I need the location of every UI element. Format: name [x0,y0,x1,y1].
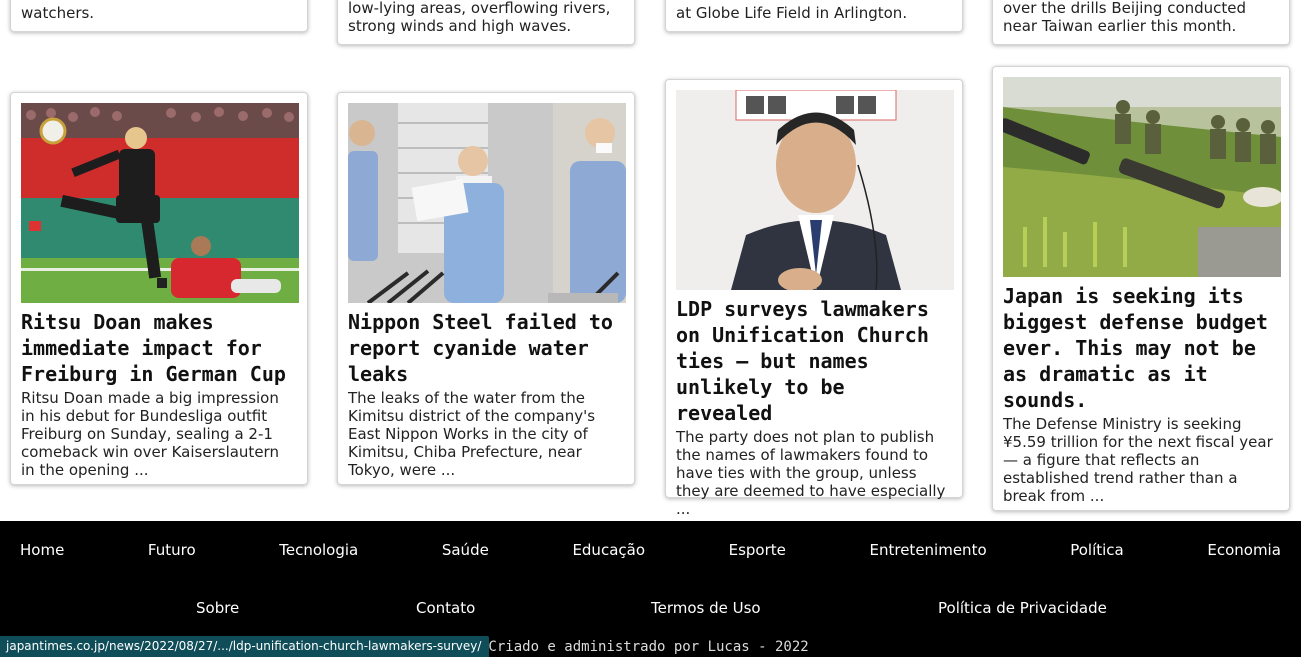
article-thumbnail[interactable] [348,103,626,303]
nav-link-sobre[interactable]: Sobre [196,599,239,617]
status-url-tooltip: japantimes.co.jp/news/2022/08/27/.../ldp… [0,636,490,657]
nav-link-esporte[interactable]: Esporte [729,541,786,559]
nav-link-futuro[interactable]: Futuro [148,541,196,559]
footer-nav-primary: Home Futuro Tecnologia Saúde Educação Es… [0,541,1301,559]
soccer-photo [21,103,299,303]
press-conference-photo [348,103,626,303]
article-card[interactable]: Nippon Steel failed to report cyanide wa… [337,92,635,485]
article-card-partial[interactable]: over the drills Beijing conducted near T… [992,0,1290,45]
nav-link-economia[interactable]: Economia [1207,541,1281,559]
article-excerpt: watchers. [21,4,95,22]
nav-link-tecnologia[interactable]: Tecnologia [279,541,358,559]
article-excerpt: The leaks of the water from the Kimitsu … [348,389,596,479]
article-card-partial[interactable]: at Globe Life Field in Arlington. [665,0,963,32]
article-excerpt: The party does not plan to publish the n… [676,428,946,518]
article-card[interactable]: Ritsu Doan makes immediate impact for Fr… [10,92,308,485]
article-excerpt: Ritsu Doan made a big impression in his … [21,389,279,479]
politician-photo [676,90,954,290]
nav-link-politica[interactable]: Política [1070,541,1124,559]
article-card[interactable]: LDP surveys lawmakers on Unification Chu… [665,79,963,518]
article-headline[interactable]: Japan is seeking its biggest defense bud… [1003,283,1279,413]
article-thumbnail[interactable] [1003,77,1281,277]
nav-link-educacao[interactable]: Educação [572,541,645,559]
nav-link-contato[interactable]: Contato [416,599,475,617]
nav-link-privacidade[interactable]: Política de Privacidade [938,599,1107,617]
article-card-partial[interactable]: low-lying areas, overflowing rivers, str… [337,0,635,45]
article-thumbnail[interactable] [21,103,299,303]
article-headline[interactable]: Nippon Steel failed to report cyanide wa… [348,309,624,387]
article-excerpt: The Defense Ministry is seeking ¥5.59 tr… [1003,415,1273,505]
article-excerpt: over the drills Beijing conducted near T… [1003,0,1247,35]
article-excerpt: low-lying areas, overflowing rivers, str… [348,0,611,35]
nav-link-saude[interactable]: Saúde [442,541,489,559]
footer-credit: ©Criado e administrado por Lucas - 2022 [480,639,809,655]
article-card-partial[interactable]: watchers. [10,0,308,32]
article-excerpt: at Globe Life Field in Arlington. [676,4,908,22]
nav-link-home[interactable]: Home [20,541,64,559]
article-headline[interactable]: LDP surveys lawmakers on Unification Chu… [676,296,952,426]
article-thumbnail[interactable] [676,90,954,290]
footer-nav-secondary: Sobre Contato Termos de Uso Política de … [0,599,1301,619]
article-headline[interactable]: Ritsu Doan makes immediate impact for Fr… [21,309,297,387]
military-exercise-photo [1003,77,1281,277]
nav-link-termos[interactable]: Termos de Uso [651,599,761,617]
nav-link-entretenimento[interactable]: Entretenimento [870,541,987,559]
article-card[interactable]: Japan is seeking its biggest defense bud… [992,66,1290,511]
